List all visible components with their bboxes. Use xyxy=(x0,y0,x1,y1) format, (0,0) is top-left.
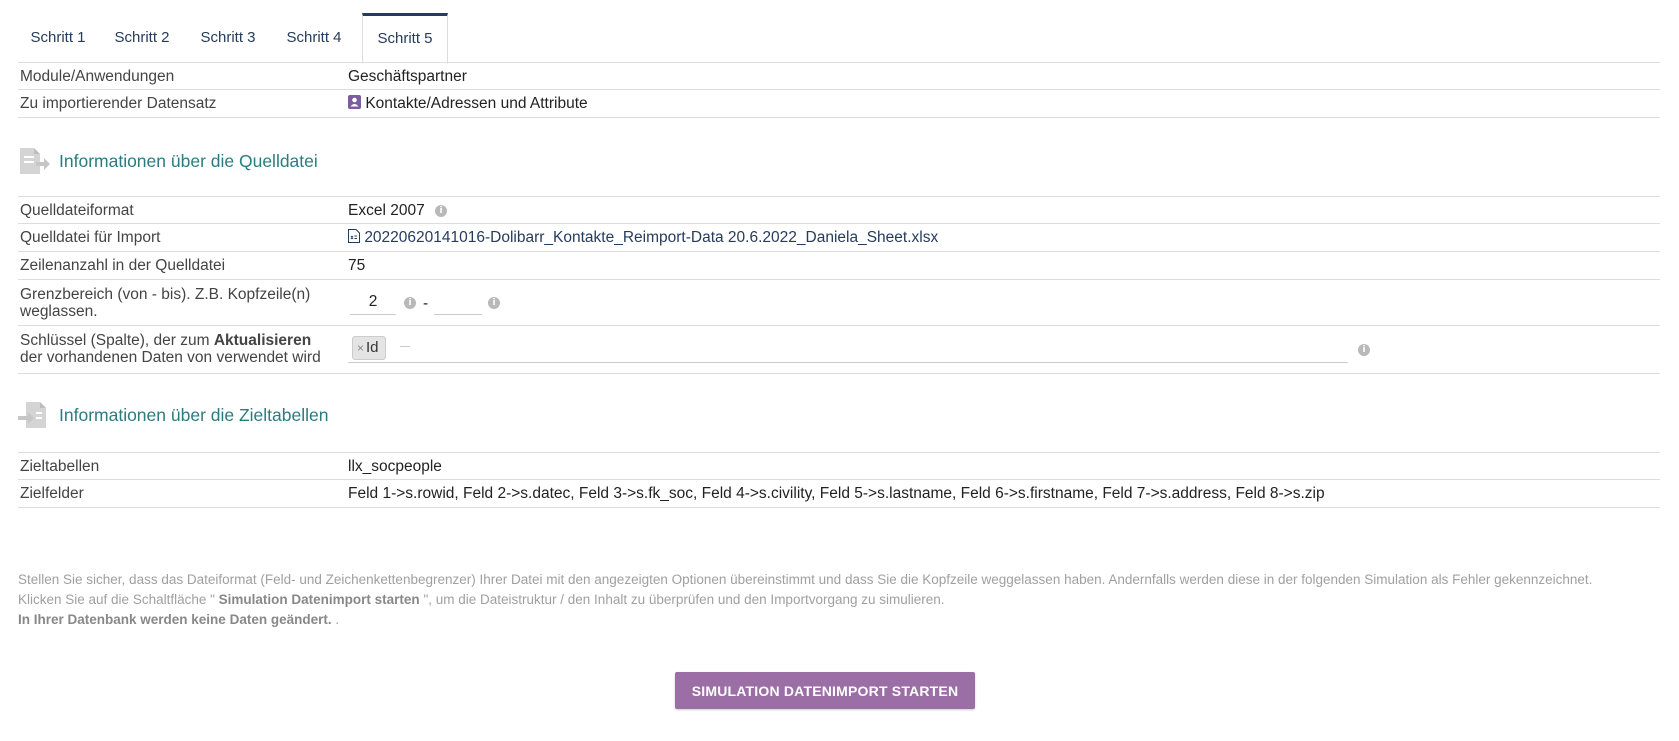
source-section-heading: Informationen über die Quelldatei xyxy=(59,151,318,171)
tables-value: llx_socpeople xyxy=(348,458,442,475)
format-value: Excel 2007 xyxy=(348,202,425,219)
source-file-link[interactable]: 20220620141016-Dolibarr_Kontakte_Reimpor… xyxy=(364,229,938,246)
fields-label: Zielfelder xyxy=(20,485,84,502)
key-label-line2: der vorhandenen Daten von verwendet wird xyxy=(20,349,321,366)
module-row: Module/Anwendungen Geschäftspartner xyxy=(18,62,1660,90)
range-separator: - xyxy=(423,295,429,312)
note-line-2: Klicken Sie auf die Schaltfläche " Simul… xyxy=(18,590,1658,610)
note-line-3-bold: In Ihrer Datenbank werden keine Daten ge… xyxy=(18,612,332,627)
target-section-title: Informationen über die Zieltabellen xyxy=(18,400,418,430)
note-line-2-bold: Simulation Datenimport starten xyxy=(218,592,420,607)
dataset-value-wrap: Kontakte/Adressen und Attribute xyxy=(348,95,588,112)
file-value-wrap: 20220620141016-Dolibarr_Kontakte_Reimpor… xyxy=(348,229,938,246)
range-to-input[interactable] xyxy=(434,290,482,315)
range-from-input[interactable] xyxy=(350,290,396,315)
tab-schritt-3[interactable]: Schritt 3 xyxy=(186,13,270,63)
key-label-line1: Schlüssel (Spalte), der zum Aktualisiere… xyxy=(20,332,321,349)
tables-label: Zieltabellen xyxy=(20,458,100,475)
source-section-title: Informationen über die Quelldatei xyxy=(18,146,418,176)
format-label: Quelldateiformat xyxy=(20,202,134,219)
info-icon[interactable]: i xyxy=(1358,344,1370,356)
key-label-pre: Schlüssel (Spalte), der zum xyxy=(20,332,214,349)
range-label-line1: Grenzbereich (von - bis). Z.B. Kopfzeile… xyxy=(20,286,311,303)
tab-schritt-4[interactable]: Schritt 4 xyxy=(272,13,356,63)
tables-row: Zieltabellen llx_socpeople xyxy=(18,452,1660,480)
format-row: Quelldateiformat Excel 2007 i xyxy=(18,196,1660,224)
key-label-bold: Aktualisieren xyxy=(213,332,312,349)
import-notes: Stellen Sie sicher, dass das Dateiformat… xyxy=(18,570,1658,630)
note-line-3: In Ihrer Datenbank werden keine Daten ge… xyxy=(18,610,1658,630)
remove-tag-icon[interactable]: × xyxy=(357,341,364,355)
dataset-row: Zu importierender Datensatz Kontakte/Adr… xyxy=(18,90,1660,118)
note-line-3-post: . xyxy=(331,612,340,627)
range-label-line2: weglassen. xyxy=(20,303,98,320)
range-label: Grenzbereich (von - bis). Z.B. Kopfzeile… xyxy=(20,286,310,320)
module-label: Module/Anwendungen xyxy=(20,68,175,85)
rows-value: 75 xyxy=(348,257,366,274)
key-row: Schlüssel (Spalte), der zum Aktualisiere… xyxy=(18,326,1660,374)
info-icon[interactable]: i xyxy=(404,297,416,309)
contact-card-icon xyxy=(348,95,361,109)
rows-label: Zeilenanzahl in der Quelldatei xyxy=(20,257,226,274)
rows-row: Zeilenanzahl in der Quelldatei 75 xyxy=(18,252,1660,280)
dataset-value: Kontakte/Adressen und Attribute xyxy=(365,95,588,112)
fields-row: Zielfelder Feld 1->s.rowid, Feld 2->s.da… xyxy=(18,480,1660,508)
spreadsheet-file-icon xyxy=(348,229,360,243)
start-simulation-button[interactable]: SIMULATION DATENIMPORT STARTEN xyxy=(675,672,975,709)
range-row: Grenzbereich (von - bis). Z.B. Kopfzeile… xyxy=(18,280,1660,326)
file-row: Quelldatei für Import 20220620141016-Dol… xyxy=(18,224,1660,252)
tab-schritt-1[interactable]: Schritt 1 xyxy=(18,13,98,63)
fields-value: Feld 1->s.rowid, Feld 2->s.datec, Feld 3… xyxy=(348,485,1325,502)
target-section-heading: Informationen über die Zieltabellen xyxy=(59,405,329,425)
file-label: Quelldatei für Import xyxy=(20,229,161,246)
info-icon[interactable]: i xyxy=(488,297,500,309)
note-line-2-pre: Klicken Sie auf die Schaltfläche " xyxy=(18,592,219,607)
key-tag: × Id xyxy=(352,336,386,360)
dataset-label: Zu importierender Datensatz xyxy=(20,95,217,112)
tab-schritt-2[interactable]: Schritt 2 xyxy=(100,13,184,63)
info-icon[interactable]: i xyxy=(435,204,448,217)
format-value-wrap: Excel 2007 i xyxy=(348,202,448,219)
tab-schritt-5[interactable]: Schritt 5 xyxy=(362,13,448,64)
note-line-1: Stellen Sie sicher, dass das Dateiformat… xyxy=(18,572,1593,587)
key-select[interactable]: × Id xyxy=(348,336,1348,363)
file-import-icon xyxy=(18,402,46,428)
wizard-tabs: Schritt 1 Schritt 2 Schritt 3 Schritt 4 … xyxy=(18,13,1660,64)
module-value: Geschäftspartner xyxy=(348,68,467,85)
key-tag-label: Id xyxy=(366,339,379,356)
key-search-field[interactable] xyxy=(400,346,410,347)
key-label: Schlüssel (Spalte), der zum Aktualisiere… xyxy=(20,332,321,366)
file-export-icon xyxy=(20,148,50,174)
note-line-2-post: ", um die Dateistruktur / den Inhalt zu … xyxy=(419,592,945,607)
